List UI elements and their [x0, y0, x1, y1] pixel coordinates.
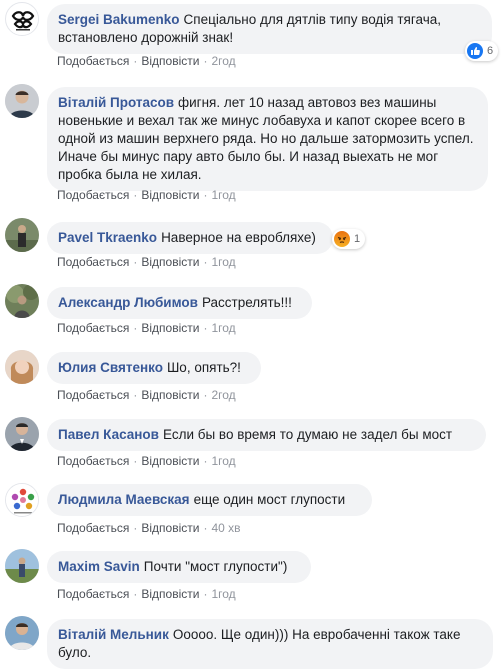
separator: ·	[203, 454, 208, 468]
comment-author[interactable]: Віталій Протасов	[58, 95, 174, 110]
reply-link[interactable]: Відповісти	[141, 321, 199, 335]
comment-bubble: Юлия Святенко Шо, опять?!	[47, 352, 261, 384]
comment-text: Почти "мост глупости")	[143, 559, 288, 574]
avatar[interactable]	[5, 616, 39, 650]
separator: ·	[133, 587, 138, 601]
comment-actions: Подобається · Відповісти · 2год	[57, 388, 236, 402]
comment-author[interactable]: Віталій Мельник	[58, 627, 169, 642]
like-link[interactable]: Подобається	[57, 388, 129, 402]
like-icon	[467, 43, 483, 59]
person-avatar-icon	[5, 350, 39, 384]
avatar[interactable]	[5, 483, 39, 517]
separator: ·	[133, 188, 138, 202]
comment-actions: Подобається · Відповісти · 1год	[57, 587, 236, 601]
avatar[interactable]	[5, 549, 39, 583]
comment-author[interactable]: Павел Касанов	[58, 427, 159, 442]
reply-link[interactable]: Відповісти	[141, 54, 199, 68]
reaction-count: 1	[354, 233, 361, 245]
reaction-badge[interactable]: 1	[332, 229, 366, 249]
reply-link[interactable]: Відповісти	[141, 188, 199, 202]
comment-time[interactable]: 1год	[211, 454, 235, 468]
comment-time[interactable]: 1год	[211, 188, 235, 202]
reply-link[interactable]: Відповісти	[141, 521, 199, 535]
comment-text: Шо, опять?!	[166, 360, 241, 375]
like-link[interactable]: Подобається	[57, 54, 129, 68]
reply-link[interactable]: Відповісти	[141, 388, 199, 402]
comment-time[interactable]: 40 хв	[211, 521, 240, 535]
reply-link[interactable]: Відповісти	[141, 587, 199, 601]
separator: ·	[203, 388, 208, 402]
person-avatar-icon	[5, 84, 39, 118]
comment-actions: Подобається · Відповісти · 1год	[57, 255, 236, 269]
avatar[interactable]	[5, 218, 39, 252]
avatar[interactable]	[5, 350, 39, 384]
like-link[interactable]: Подобається	[57, 587, 129, 601]
separator: ·	[133, 54, 138, 68]
comment-bubble: Павел Касанов Если бы во время то думаю н…	[47, 419, 486, 451]
comment-time[interactable]: 1год	[211, 321, 235, 335]
comment-text: Расстрелять!!!	[201, 295, 292, 310]
comment-author[interactable]: Pavel Tkraenko	[58, 230, 157, 245]
like-link[interactable]: Подобається	[57, 521, 129, 535]
avatar[interactable]	[5, 417, 39, 451]
comment-actions: Подобається · Відповісти · 2год	[57, 54, 236, 68]
separator: ·	[133, 388, 138, 402]
reply-link[interactable]: Відповісти	[141, 255, 199, 269]
separator: ·	[203, 255, 208, 269]
avatar[interactable]	[5, 284, 39, 318]
like-link[interactable]: Подобається	[57, 255, 129, 269]
comment-bubble: Sergei Bakumenko Спеціально для дятлів ти…	[47, 4, 492, 54]
reaction-badge[interactable]: 6	[465, 41, 499, 61]
avatar[interactable]	[5, 84, 39, 118]
comment-text: еще один мост глупости	[193, 492, 346, 507]
comment-text: Наверное на евробляхе)	[161, 230, 316, 245]
comment-bubble: Віталій Протасов фигня. лет 10 назад авто…	[47, 87, 488, 191]
person-avatar-icon	[5, 218, 39, 252]
separator: ·	[133, 321, 138, 335]
like-link[interactable]: Подобається	[57, 454, 129, 468]
avatar[interactable]	[5, 2, 39, 36]
comment-bubble: Людмила Маевская еще один мост глупости	[47, 484, 372, 516]
separator: ·	[203, 521, 208, 535]
person-avatar-icon	[5, 417, 39, 451]
separator: ·	[133, 454, 138, 468]
separator: ·	[203, 54, 208, 68]
comment-author[interactable]: Людмила Маевская	[58, 492, 190, 507]
comment-actions: Подобається · Відповісти · 1год	[57, 188, 236, 202]
comment-time[interactable]: 2год	[211, 388, 235, 402]
person-avatar-icon	[5, 284, 39, 318]
comment-bubble: Александр Любимов Расстрелять!!!	[47, 287, 312, 319]
separator: ·	[203, 188, 208, 202]
separator: ·	[203, 321, 208, 335]
comment-author[interactable]: Sergei Bakumenko	[58, 12, 180, 27]
emblem-avatar-icon	[6, 484, 38, 516]
comment-bubble: Pavel Tkraenko Наверное на евробляхе)	[47, 222, 333, 254]
separator: ·	[133, 521, 138, 535]
angry-face-icon	[334, 231, 350, 247]
comment-time[interactable]: 2год	[211, 54, 235, 68]
comment-time[interactable]: 1год	[211, 587, 235, 601]
comment-time[interactable]: 1год	[211, 255, 235, 269]
logo-avatar-icon	[7, 4, 38, 35]
reaction-count: 6	[487, 45, 494, 57]
person-avatar-icon	[5, 616, 39, 650]
comment-author[interactable]: Юлия Святенко	[58, 360, 163, 375]
comment-actions: Подобається · Відповісти · 40 хв	[57, 521, 241, 535]
like-link[interactable]: Подобається	[57, 321, 129, 335]
comment-actions: Подобається · Відповісти · 1год	[57, 321, 236, 335]
comment-author[interactable]: Александр Любимов	[58, 295, 198, 310]
comment-actions: Подобається · Відповісти · 1год	[57, 454, 236, 468]
person-avatar-icon	[5, 549, 39, 583]
comment-bubble: Maxim Savin Почти "мост глупости")	[47, 551, 311, 583]
like-link[interactable]: Подобається	[57, 188, 129, 202]
comment-text: Если бы во время то думаю не задел бы мо…	[162, 427, 453, 442]
separator: ·	[133, 255, 138, 269]
reply-link[interactable]: Відповісти	[141, 454, 199, 468]
separator: ·	[203, 587, 208, 601]
comment-author[interactable]: Maxim Savin	[58, 559, 140, 574]
